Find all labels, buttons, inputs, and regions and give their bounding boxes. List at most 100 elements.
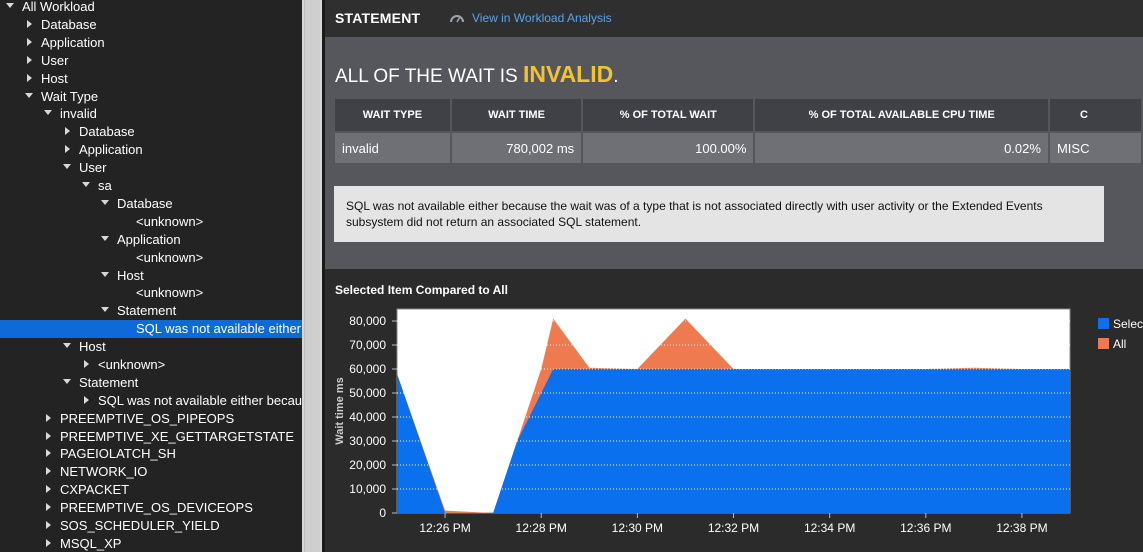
tree-item[interactable]: invalid [0,105,302,123]
collapse-chevron-icon[interactable] [61,159,73,177]
expand-chevron-icon[interactable] [42,445,54,463]
expand-chevron-icon[interactable] [42,517,54,535]
tree-item-label: <unknown> [98,357,166,372]
expand-chevron-icon[interactable] [42,428,54,446]
expand-chevron-icon[interactable] [42,499,54,517]
tree-item[interactable]: Host [0,70,302,88]
tree-item[interactable]: User [0,159,302,177]
tree-item[interactable]: <unknown> [0,356,302,374]
column-header-wait-time[interactable]: WAIT TIME [451,99,582,131]
collapse-chevron-icon[interactable] [61,338,73,356]
cell-wait-type: invalid [335,133,450,163]
x-tick-label: 12:32 PM [708,521,759,535]
expand-chevron-icon[interactable] [61,141,73,159]
tree-item[interactable]: PAGEIOLATCH_SH [0,445,302,463]
tree-item[interactable]: Statement [0,374,302,392]
page-title: STATEMENT [335,10,421,26]
workload-tree[interactable]: All Workload Database Application User Host W… [0,0,302,552]
tree-item[interactable]: PREEMPTIVE_OS_PIPEOPS [0,410,302,428]
tree-item[interactable]: MSQL_XP [0,535,302,552]
tree-item-label: <unknown> [136,250,204,265]
tree-item[interactable]: sa [0,177,302,195]
expand-chevron-icon[interactable] [42,481,54,499]
expand-chevron-icon[interactable] [23,52,35,70]
cell-pct-cpu-time: 0.02% [755,133,1048,163]
tree-item-selected[interactable]: SQL was not available either b [0,320,302,338]
tree-item[interactable]: Database [0,16,302,34]
expand-chevron-icon[interactable] [61,123,73,141]
collapse-chevron-icon[interactable] [23,88,35,106]
tree-item[interactable]: Application [0,34,302,52]
tree-item[interactable]: Application [0,231,302,249]
tree-item-label: <unknown> [136,285,204,300]
tree-item[interactable]: SQL was not available either becaus [0,392,302,410]
collapse-chevron-icon[interactable] [80,177,92,195]
expand-chevron-icon[interactable] [23,34,35,52]
collapse-chevron-icon[interactable] [99,195,111,213]
tree-item[interactable]: SOS_SCHEDULER_YIELD [0,517,302,535]
tree-item[interactable]: All Workload [0,0,302,16]
y-tick-label: 70,000 [349,338,386,352]
tree-item[interactable]: Database [0,123,302,141]
expand-chevron-icon[interactable] [23,16,35,34]
collapse-chevron-icon[interactable] [99,231,111,249]
tree-item[interactable]: Application [0,141,302,159]
tree-item[interactable]: User [0,52,302,70]
tree-item-label: Host [41,71,68,86]
table-row[interactable]: invalid 780,002 ms 100.00% 0.02% MISC [335,133,1141,163]
tree-item[interactable]: Statement [0,302,302,320]
tree-item[interactable]: NETWORK_IO [0,463,302,481]
tree-item-label: Statement [79,375,139,390]
tree-item-label: Application [41,35,105,50]
expand-chevron-icon[interactable] [80,392,92,410]
tree-item-label: User [79,160,107,175]
collapse-chevron-icon[interactable] [42,105,54,123]
tree-item-label: <unknown> [136,214,204,229]
cell-category: MISC [1049,133,1141,163]
tree-item-label: SQL was not available either becaus [98,393,302,408]
tree-item[interactable]: PREEMPTIVE_OS_DEVICEOPS [0,499,302,517]
tree-item-label: CXPACKET [60,482,130,497]
tree-item[interactable]: Host [0,267,302,285]
tree-item[interactable]: Host [0,338,302,356]
collapse-chevron-icon[interactable] [61,374,73,392]
tree-item[interactable]: CXPACKET [0,481,302,499]
tree-scrollbar-thumb[interactable] [304,0,320,552]
sql-unavailable-notice: SQL was not available either because the… [334,186,1104,242]
tree-item[interactable]: Database [0,195,302,213]
column-header-pct-cpu-time[interactable]: % OF TOTAL AVAILABLE CPU TIME [755,99,1048,131]
collapse-chevron-icon[interactable] [4,0,16,16]
expand-chevron-icon[interactable] [42,410,54,428]
legend-swatch-selected [1098,318,1109,330]
view-in-workload-analysis-link[interactable]: View in Workload Analysis [472,11,612,25]
tree-item-label: MSQL_XP [60,536,122,551]
tree-item[interactable]: PREEMPTIVE_XE_GETTARGETSTATE [0,428,302,446]
tree-item-label: PREEMPTIVE_OS_DEVICEOPS [60,500,253,515]
collapse-chevron-icon[interactable] [99,267,111,285]
expand-chevron-icon[interactable] [42,463,54,481]
collapse-chevron-icon[interactable] [99,302,111,320]
tree-item[interactable]: <unknown> [0,213,302,231]
legend-item-all[interactable]: All [1098,337,1126,351]
tree-item[interactable]: <unknown> [0,249,302,267]
legend-item-selected[interactable]: Selec [1098,317,1143,331]
column-header-wait-type[interactable]: WAIT TYPE [335,99,450,131]
expand-chevron-icon[interactable] [80,356,92,374]
area-chart: 0 10,000 20,000 30,000 40,000 50,000 60,000 70,… [334,308,1071,535]
tree-item-label: Wait Type [41,89,99,104]
tree-item-label: SQL was not available either b [136,321,302,336]
tree-item-label: SOS_SCHEDULER_YIELD [60,518,220,533]
tree-item[interactable]: Wait Type [0,88,302,106]
panel-header: STATEMENT View in Workload Analysis [325,0,1143,37]
column-header-category[interactable]: C [1049,99,1141,131]
tree-item-label: Database [79,124,135,139]
gauge-icon[interactable] [449,11,465,23]
x-tick-label: 12:38 PM [996,521,1047,535]
tree-item-label: PAGEIOLATCH_SH [60,446,176,461]
expand-chevron-icon[interactable] [42,535,54,552]
summary-headline: ALL OF THE WAIT IS INVALID. [335,61,619,88]
expand-chevron-icon[interactable] [23,70,35,88]
tree-item[interactable]: <unknown> [0,284,302,302]
tree-item-label: Database [117,196,173,211]
column-header-pct-total-wait[interactable]: % OF TOTAL WAIT [583,99,754,131]
